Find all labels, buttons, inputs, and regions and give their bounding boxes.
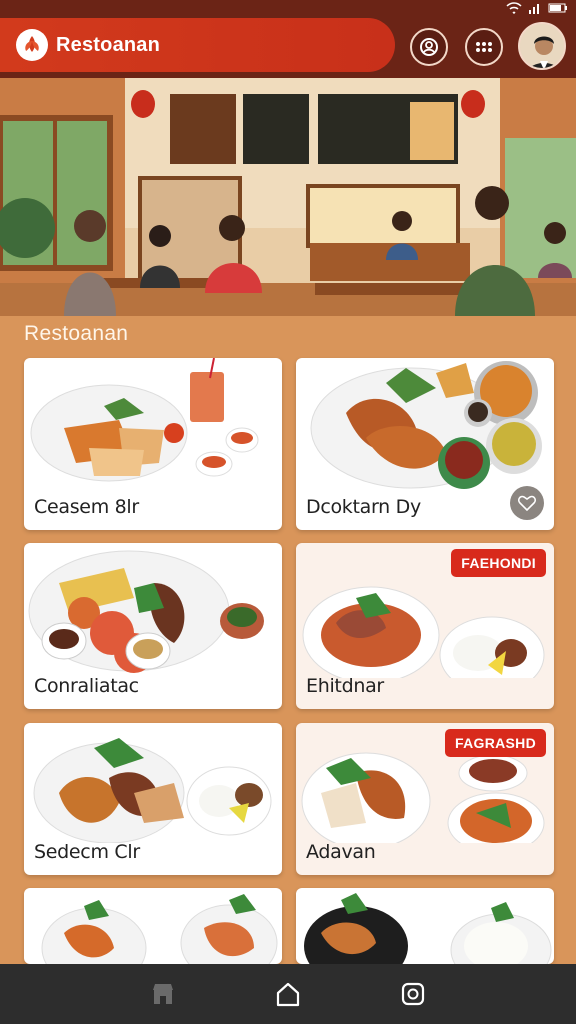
- brand-bar[interactable]: Restoanan: [0, 18, 395, 72]
- menu-card[interactable]: FAGRASHD Adavan: [296, 723, 554, 875]
- dish-image: [30, 358, 259, 482]
- menu-card[interactable]: Conraliatac: [24, 543, 282, 709]
- battery-icon: [548, 3, 567, 13]
- menu-card[interactable]: Sedecm Clr: [24, 723, 282, 875]
- menu-card[interactable]: Dcoktarn Dy: [296, 358, 554, 530]
- brand-name: Restoanan: [56, 33, 161, 56]
- card-label: Ceasem 8lr: [34, 496, 139, 518]
- card-label: Adavan: [306, 841, 376, 863]
- nav-store[interactable]: [143, 974, 183, 1014]
- menu-button[interactable]: [465, 28, 503, 66]
- app-header: Restoanan: [0, 0, 576, 78]
- card-label: Ehitdnar: [306, 675, 384, 697]
- section-title: Restoanan: [24, 322, 129, 345]
- dish-image: [28, 550, 264, 673]
- card-label: Sedecm Clr: [34, 841, 140, 863]
- bottom-nav: [0, 964, 576, 1024]
- camera-icon: [402, 982, 425, 1006]
- user-scan-button[interactable]: [410, 28, 448, 66]
- nav-camera[interactable]: [393, 974, 433, 1014]
- nav-home[interactable]: [268, 974, 308, 1014]
- menu-card[interactable]: Ceasem 8lr: [24, 358, 282, 530]
- dish-image: [33, 738, 272, 843]
- favorite-button[interactable]: [510, 486, 544, 520]
- dish-image: [41, 894, 278, 964]
- card-label: Conraliatac: [34, 675, 139, 697]
- user-scan-icon: [420, 38, 438, 56]
- menu-dots-icon: [476, 42, 492, 52]
- heart-icon: [518, 495, 536, 511]
- leaf-logo-icon: [16, 29, 48, 61]
- dish-image: [310, 361, 542, 489]
- status-bar: [506, 0, 568, 16]
- promo-badge: FAEHONDI: [451, 549, 546, 577]
- signal-icon: [529, 4, 539, 14]
- avatar[interactable]: [518, 22, 566, 70]
- card-label: Dcoktarn Dy: [306, 496, 421, 518]
- menu-card[interactable]: FAEHONDI Ehitdnar: [296, 543, 554, 709]
- home-icon: [276, 982, 300, 1007]
- promo-badge: FAGRASHD: [445, 729, 546, 757]
- dish-image: [304, 893, 552, 964]
- restaurant-hero-image: [0, 78, 576, 316]
- store-icon: [152, 984, 173, 1004]
- wifi-icon: [506, 2, 522, 14]
- menu-card[interactable]: [296, 888, 554, 964]
- menu-card[interactable]: [24, 888, 282, 964]
